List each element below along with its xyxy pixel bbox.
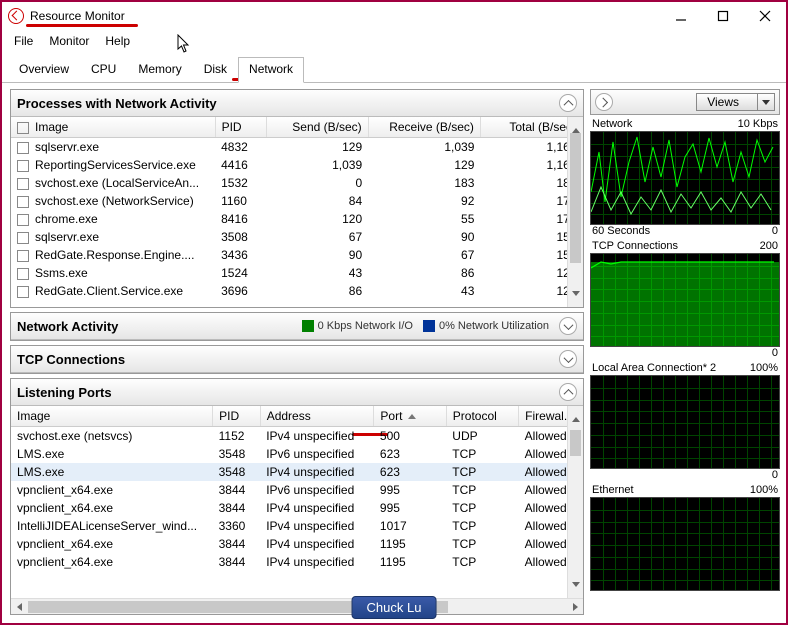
table-row[interactable]: vpnclient_x64.exe3844IPv4 unspecified119… [11,535,583,553]
tab-network[interactable]: Network [238,57,304,83]
table-row[interactable]: LMS.exe3548IPv4 unspecified623TCPAllowed [11,463,583,481]
table-row[interactable]: IntelliJIDEALicenseServer_wind...3360IPv… [11,517,583,535]
window-controls [660,2,786,30]
minimize-button[interactable] [660,2,702,30]
collapse-icon[interactable] [559,94,577,112]
resource-monitor-icon [8,8,24,24]
tab-cpu[interactable]: CPU [80,57,127,83]
table-row[interactable]: LMS.exe3548IPv6 unspecified623TCPAllowed [11,445,583,463]
listening-ports-table[interactable]: Image PID Address Port Protocol Firewal.… [11,406,583,571]
chart-tcp-connections: TCP Connections2000 [590,239,780,359]
tab-memory[interactable]: Memory [127,57,192,83]
sort-asc-icon [408,414,416,419]
processes-table[interactable]: Image PID Send (B/sec) Receive (B/sec) T… [11,117,583,300]
maximize-button[interactable] [702,2,744,30]
row-checkbox[interactable] [17,214,29,226]
collapse-side-icon[interactable] [595,93,613,111]
chart-local-area-connection-2: Local Area Connection* 2100%0 [590,361,780,481]
network-activity-title: Network Activity [17,319,118,334]
table-row[interactable]: sqlservr.exe48321291,0391,168 [11,138,583,157]
table-row[interactable]: svchost.exe (netsvcs)1152IPv4 unspecifie… [11,427,583,446]
table-row[interactable]: vpnclient_x64.exe3844IPv4 unspecified119… [11,553,583,571]
tabs: Overview CPU Memory Disk Network [2,56,786,83]
menu-file[interactable]: File [14,34,33,48]
legend-io: 0 Kbps Network I/O [302,320,413,332]
col-image[interactable]: Image [11,406,213,427]
col-protocol[interactable]: Protocol [446,406,518,427]
collapse-icon[interactable] [559,383,577,401]
table-row[interactable]: vpnclient_x64.exe3844IPv4 unspecified995… [11,499,583,517]
network-activity-panel: Network Activity 0 Kbps Network I/O 0% N… [10,312,584,341]
table-row[interactable]: vpnclient_x64.exe3844IPv6 unspecified995… [11,481,583,499]
table-row[interactable]: ReportingServicesService.exe44161,039129… [11,156,583,174]
col-pid[interactable]: PID [213,406,261,427]
window-title: Resource Monitor [30,9,125,23]
chart-ethernet: Ethernet100% [590,483,780,591]
row-checkbox[interactable] [17,232,29,244]
menubar: File Monitor Help [2,30,786,52]
row-checkbox[interactable] [17,142,29,154]
side-pane: Views Network10 Kbps60 Seconds0TCP Conne… [588,83,786,621]
close-button[interactable] [744,2,786,30]
col-send[interactable]: Send (B/sec) [266,117,368,138]
table-row[interactable]: chrome.exe841612055175 [11,210,583,228]
row-checkbox[interactable] [17,196,29,208]
table-row[interactable]: RedGate.Client.Service.exe36968643129 [11,282,583,300]
row-checkbox[interactable] [17,286,29,298]
annotation-underline-title [26,24,138,27]
row-checkbox[interactable] [17,250,29,262]
table-row[interactable]: sqlservr.exe35086790157 [11,228,583,246]
listening-ports-title: Listening Ports [17,385,112,400]
processes-panel: Processes with Network Activity Image PI… [10,89,584,308]
views-button[interactable]: Views [696,93,775,111]
col-receive[interactable]: Receive (B/sec) [368,117,480,138]
watermark-badge: Chuck Lu [352,596,437,619]
processes-scrollbar[interactable] [567,117,583,307]
checkbox-all[interactable] [17,122,29,134]
side-toolbar: Views [590,89,780,115]
ports-v-scrollbar[interactable] [567,406,583,598]
row-checkbox[interactable] [17,268,29,280]
table-row[interactable]: Ssms.exe15244386129 [11,264,583,282]
chart-network: Network10 Kbps60 Seconds0 [590,117,780,237]
tab-overview[interactable]: Overview [8,57,80,83]
views-dropdown-icon[interactable] [757,94,774,110]
row-checkbox[interactable] [17,160,29,172]
main-pane: Processes with Network Activity Image PI… [2,83,588,621]
table-row[interactable]: RedGate.Response.Engine....34369067157 [11,246,583,264]
legend-util: 0% Network Utilization [423,320,549,332]
row-checkbox[interactable] [17,178,29,190]
col-port[interactable]: Port [374,406,446,427]
tab-disk[interactable]: Disk [193,57,238,83]
col-pid[interactable]: PID [215,117,266,138]
menu-help[interactable]: Help [105,34,130,48]
table-row[interactable]: svchost.exe (LocalServiceAn...1532018318… [11,174,583,192]
tcp-connections-title: TCP Connections [17,352,125,367]
col-address[interactable]: Address [260,406,374,427]
listening-ports-panel: Listening Ports Image PID Address Port P… [10,378,584,615]
col-image[interactable]: Image [11,117,215,138]
menu-monitor[interactable]: Monitor [49,34,89,48]
tcp-connections-panel: TCP Connections [10,345,584,374]
window: Resource Monitor File Monitor Help Overv… [0,0,788,625]
expand-icon[interactable] [559,350,577,368]
table-row[interactable]: svchost.exe (NetworkService)11608492176 [11,192,583,210]
ports-h-scrollbar[interactable] [11,598,583,614]
expand-icon[interactable] [559,317,577,335]
processes-title: Processes with Network Activity [17,96,217,111]
